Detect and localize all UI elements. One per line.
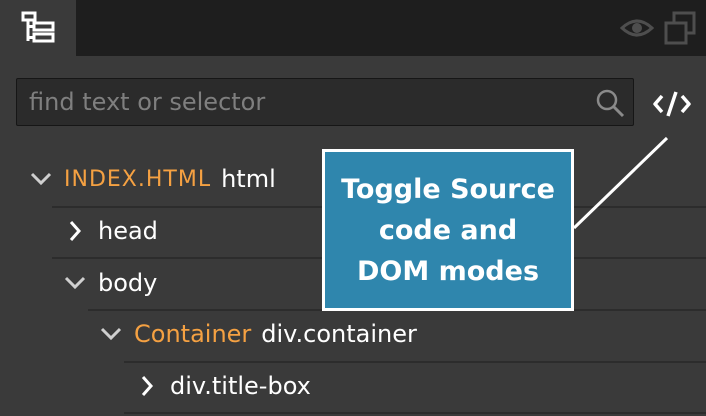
chevron-down-icon[interactable]	[28, 166, 54, 192]
chevron-down-icon[interactable]	[98, 321, 124, 347]
chevron-down-icon[interactable]	[62, 270, 88, 296]
search-box	[16, 78, 634, 126]
element-tree-panel: INDEX.HTML html head body Container div.…	[0, 0, 706, 416]
node-tag: div.title-box	[170, 372, 311, 400]
node-tag: html	[221, 165, 276, 193]
tree-node-head[interactable]: head	[62, 205, 158, 257]
search-input[interactable]	[17, 79, 577, 125]
tree-node-container[interactable]: Container div.container	[98, 308, 417, 360]
chevron-right-icon[interactable]	[134, 373, 160, 399]
code-icon	[653, 91, 691, 117]
callout-line: DOM modes	[356, 255, 540, 287]
source-dom-toggle-button[interactable]	[648, 84, 696, 124]
toolbar-right-icons	[620, 0, 696, 56]
tooltip-callout: Toggle Source code and DOM modes	[322, 149, 574, 311]
file-label: INDEX.HTML	[64, 166, 212, 192]
tree-node-body[interactable]: body	[62, 257, 157, 309]
chevron-right-icon[interactable]	[62, 218, 88, 244]
component-label: Container	[134, 320, 252, 348]
tree-node-root[interactable]: INDEX.HTML html	[28, 153, 276, 205]
node-tag: head	[98, 217, 158, 245]
tab-element-tree[interactable]	[0, 0, 76, 56]
node-tag: div.container	[261, 320, 417, 348]
tree-icon	[21, 11, 55, 43]
callout-line: Toggle Source	[341, 173, 555, 205]
row-divider	[124, 412, 706, 414]
callout-line: code and	[378, 214, 518, 246]
tree-node-title-box[interactable]: div.title-box	[134, 360, 311, 412]
node-tag: body	[98, 269, 158, 297]
eye-icon[interactable]	[620, 16, 654, 40]
search-icon[interactable]	[595, 88, 625, 118]
panel-toolbar	[0, 0, 706, 56]
copy-icon[interactable]	[664, 11, 696, 45]
